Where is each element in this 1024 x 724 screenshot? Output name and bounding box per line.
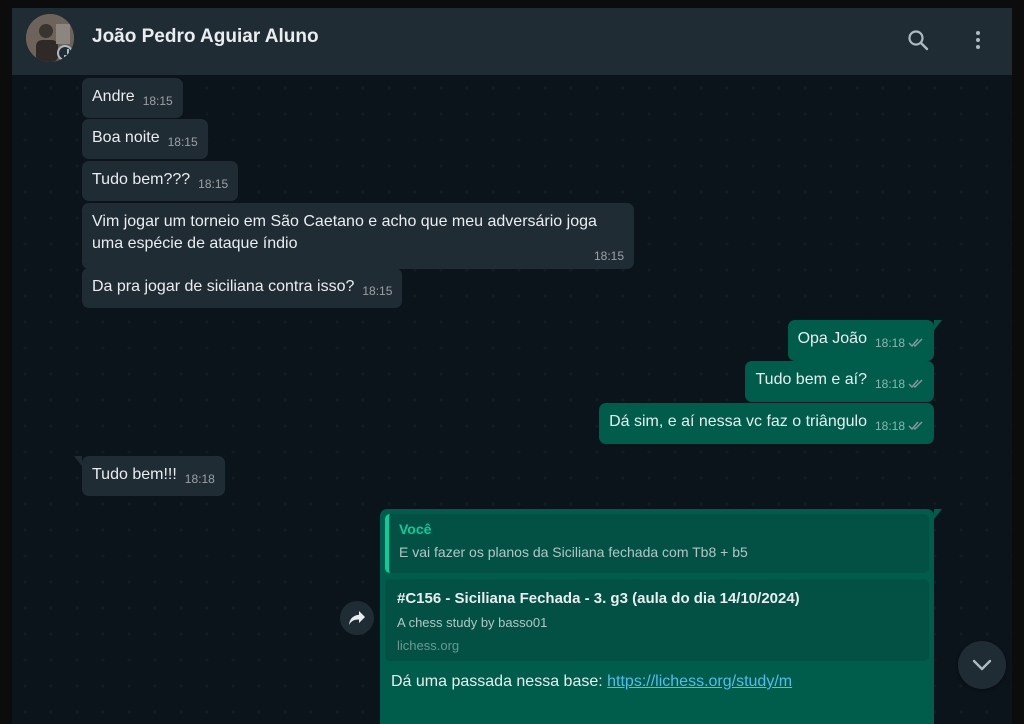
message-bubble-outgoing[interactable]: Tudo bem e aí? 18:18 <box>745 361 934 402</box>
bubble-tail <box>934 509 942 519</box>
message-text: Da pra jogar de siciliana contra isso? <box>92 278 355 295</box>
status-badge-icon <box>57 45 73 61</box>
message-text: Tudo bem e aí? <box>755 371 867 388</box>
contact-avatar[interactable] <box>26 14 74 62</box>
read-ticks-icon <box>908 416 924 438</box>
message-list[interactable]: Andre 18:15 Boa noite 18:15 Tudo bem??? 18:… <box>12 75 1012 724</box>
forward-button[interactable] <box>340 601 374 635</box>
message-text: Tudo bem!!! <box>92 466 177 483</box>
message-time: 18:15 <box>362 284 393 298</box>
message-text: Tudo bem??? <box>92 171 191 188</box>
chevron-down-icon <box>972 659 992 671</box>
bubble-tail <box>934 320 942 330</box>
message-meta: 18:18 <box>875 415 924 438</box>
link-preview-title: #C156 - Siciliana Fechada - 3. g3 (aula … <box>397 590 800 607</box>
message-text-line-1: Vim jogar um torneio em São Caetano e ac… <box>92 213 597 230</box>
message-text: Dá sim, e aí nessa vc faz o triângulo <box>609 413 867 430</box>
message-bubble-outgoing[interactable]: Opa João 18:18 <box>787 320 942 361</box>
quoted-author: Você <box>399 521 432 537</box>
message-time: 18:18 <box>874 336 905 350</box>
menu-button[interactable] <box>960 22 996 58</box>
message-time: 18:15 <box>142 94 173 108</box>
message-link[interactable]: https://lichess.org/study/m <box>607 673 792 690</box>
message-time: 18:18 <box>874 377 905 391</box>
message-time: 18:15 <box>198 177 229 191</box>
message-meta: 18:18 <box>875 373 924 396</box>
quoted-text: E vai fazer os planos da Siciliana fecha… <box>399 544 748 560</box>
message-bubble-incoming[interactable]: Da pra jogar de siciliana contra isso? 18… <box>82 268 403 308</box>
message-bubble-incoming[interactable]: Tudo bem??? 18:15 <box>82 161 239 201</box>
read-ticks-icon <box>908 333 924 355</box>
message-meta: 18:18 <box>875 332 924 355</box>
message-bubble-outgoing[interactable]: Dá sim, e aí nessa vc faz o triângulo 18:… <box>599 403 934 444</box>
message-bubble-incoming[interactable]: Boa noite 18:15 <box>82 119 208 159</box>
bubble-tail <box>74 456 82 466</box>
quoted-message[interactable]: Você E vai fazer os planos da Siciliana … <box>385 514 929 573</box>
read-ticks-icon <box>908 374 924 396</box>
message-bubble-outgoing-link[interactable]: Você E vai fazer os planos da Siciliana … <box>380 509 942 724</box>
link-preview-card[interactable]: #C156 - Siciliana Fechada - 3. g3 (aula … <box>385 579 929 661</box>
message-time: 18:18 <box>184 472 215 486</box>
message-text: Opa João <box>797 330 867 347</box>
chat-header[interactable]: João Pedro Aguiar Aluno <box>12 8 1012 75</box>
link-preview-domain: lichess.org <box>397 638 460 653</box>
contact-name[interactable]: João Pedro Aguiar Aluno <box>92 26 319 48</box>
message-bubble-incoming[interactable]: Andre 18:15 <box>82 78 183 118</box>
message-text: Dá uma passada nessa base: https://liche… <box>385 661 929 691</box>
message-time: 18:18 <box>874 419 905 433</box>
message-body-text: Dá uma passada nessa base: <box>391 673 608 690</box>
message-text: Boa noite <box>92 129 160 146</box>
scroll-to-bottom-button[interactable] <box>958 641 1006 689</box>
message-bubble-incoming[interactable]: Vim jogar um torneio em São Caetano e ac… <box>82 203 634 269</box>
message-text: Andre <box>92 88 135 105</box>
link-preview-description: A chess study by basso01 <box>397 615 548 630</box>
message-time: 18:15 <box>167 135 198 149</box>
chat-window: João Pedro Aguiar Aluno Andre 18:15 Boa n… <box>12 8 1012 724</box>
message-bubble-incoming[interactable]: Tudo bem!!! 18:18 <box>74 456 225 496</box>
kebab-menu-icon <box>976 31 980 49</box>
search-icon <box>908 30 929 51</box>
search-button[interactable] <box>900 22 936 58</box>
forward-arrow-icon <box>349 611 365 625</box>
